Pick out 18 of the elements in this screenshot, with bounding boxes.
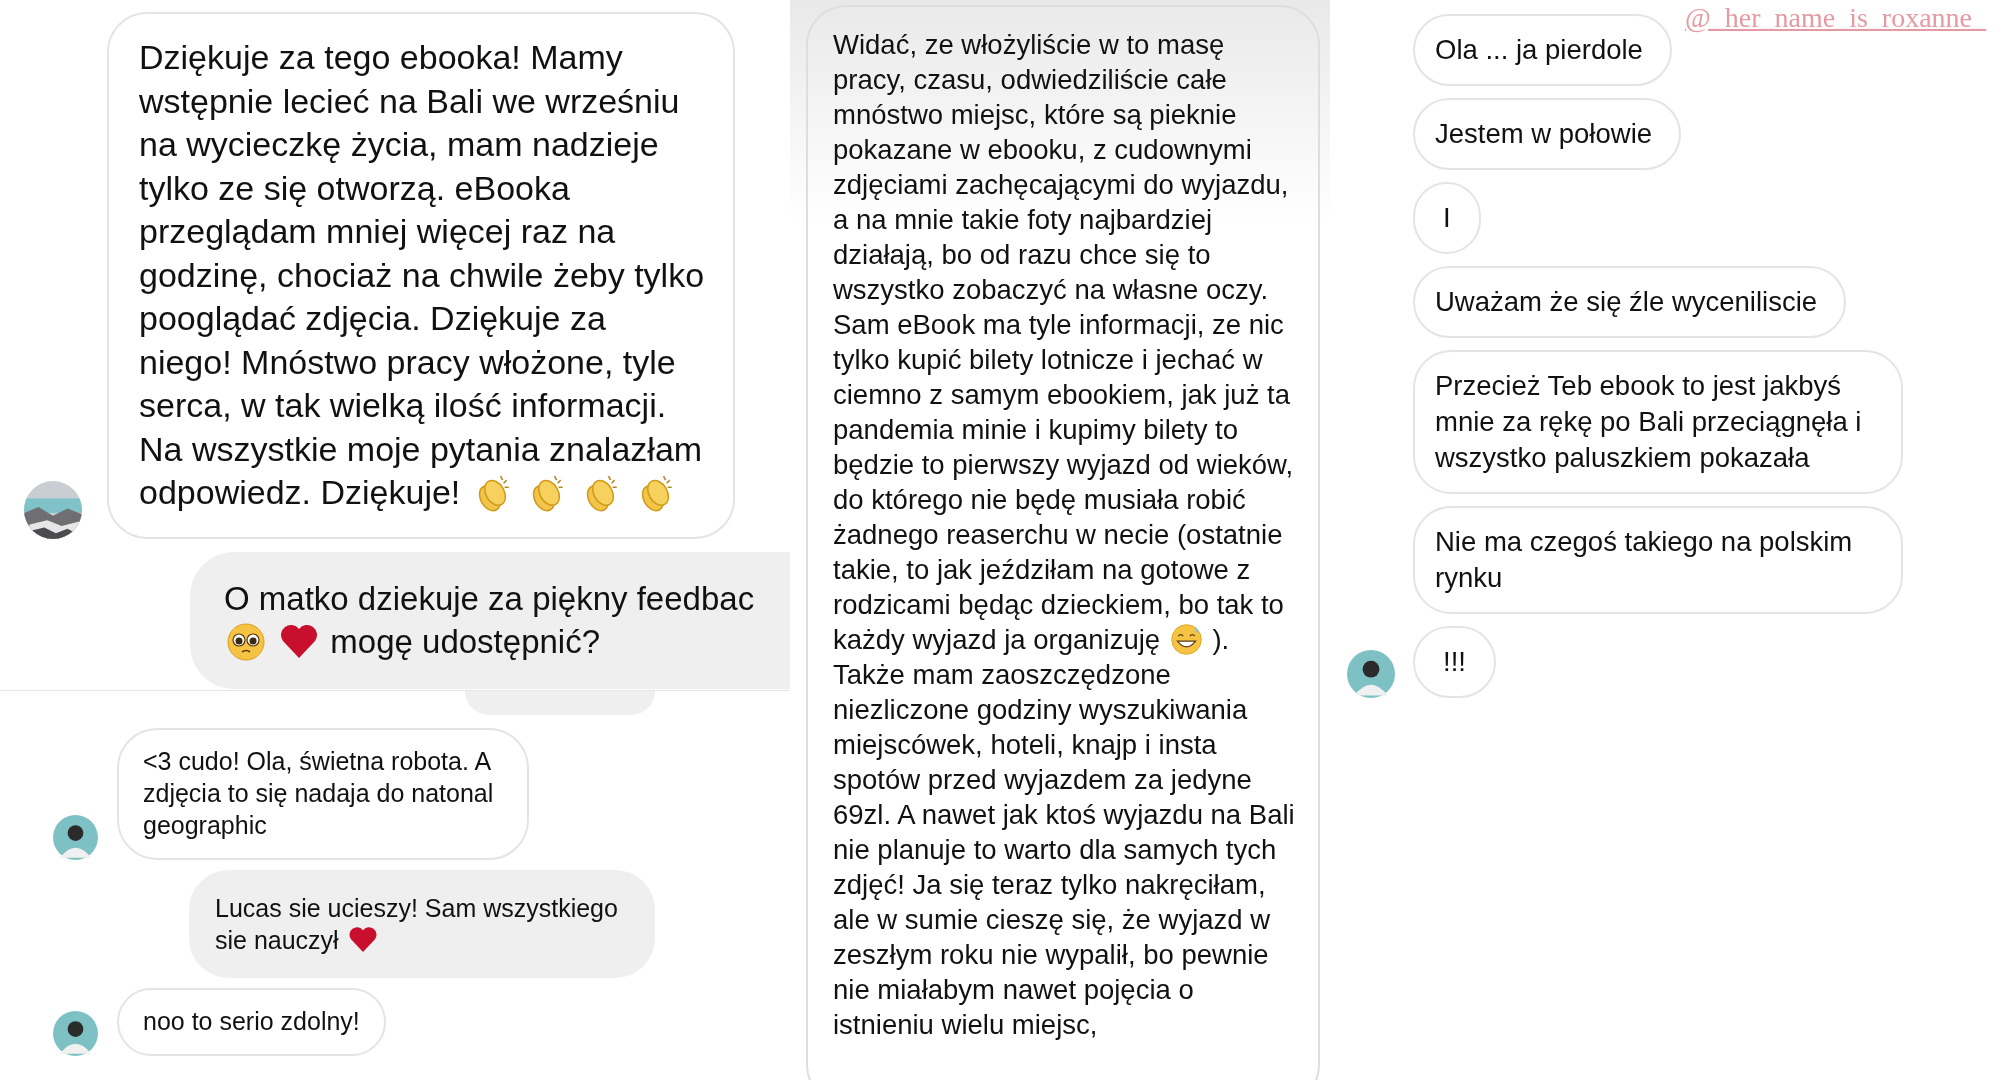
username-tag: @_her_name_is_roxanne_ — [1684, 2, 1986, 34]
message-text: <3 cudo! Ola, świetna robota. A zdjęcia to się nadaja do natonal geographic — [143, 747, 494, 839]
message-text: Uważam że się źle wyceniliscie — [1435, 286, 1818, 317]
grin-sweat-face-icon — [1169, 622, 1203, 656]
message-text: Lucas sie ucieszy! Sam wszystkiego sie nauczył — [215, 894, 618, 954]
message-text: Nie ma czegoś takiego na polskim rynku — [1435, 526, 1853, 593]
pleading-face-icon — [226, 622, 266, 662]
message-text: Jestem w połowie — [1435, 118, 1653, 149]
message-text: Ola ... ja pierdole — [1435, 34, 1643, 65]
message-text: noo to serio zdolny! — [143, 1007, 360, 1035]
avatar-icon — [1347, 650, 1395, 698]
message-text: !!! — [1443, 646, 1466, 677]
avatar-icon — [53, 815, 98, 860]
message-text: I — [1443, 202, 1451, 233]
message-text: Przecież Teb ebook to jest jakbyś mnie za rękę po Bali przeciągnęła i wszystko paluszkiem pokazała — [1435, 370, 1862, 473]
avatar-icon — [53, 1011, 98, 1056]
message-text: Dziękuje za tego ebooka! Mamy wstępnie lecieć na Bali we wrześniu na wycieczkę życia, mam nadzieje tylko ze się otworzą. eBooka przeglądam mniej więcej raz na godzinę, chociaż na chwile żeby tylko pooglądać zdjęcia. Dziękuje za niego! Mnóstwo pracy włożone, tyle serca, w tak wielką ilość informacji. Na wszystkie moje pytania znalazłam odpowiedz. Dziękuje! — [139, 38, 705, 511]
message-text: Widać, ze włożyliście w to masę pracy, czasu, odwiedziliście całe mnóstwo miejsc, które są pieknie pokazane w ebooku, z cudownymi zdjęciami zachęcającymi do wyjazdu, a na mnie takie foty najbardziej działają, bo od razu chce się to wszystko zobaczyć na własne oczy. Sam eBook ma tyle informacji, ze nic tylko kupić bilety lotnicze i jechać w ciemno z samym ebookiem, jak już ta pandemia minie i kupimy bilety to będzie to pierwszy wyjazd od wieków, do którego nie będę musiała robić żadnego reaserchu w necie (ostatnie takie, to jak jeździłam na gotowe z rodzicami będąc dzieckiem, bo tak to każdy wyjazd ja organizuję ). Także mam zaoszczędzone niezliczone godziny wyszukiwania miejscówek, hoteli, knajp i insta spotów przed wyjazdem za jedyne 69zl. A nawet jak ktoś wyjazdu na Bali nie planuje to warto dla samych tych zdjęć! Ja się teraz tylko nakręciłam, ale w sumie cieszę się, że wyjazd w zeszłym roku nie wypalił, bo pewnie nie miałabym nawet pojęcia o istnieniu wielu miejsc, — [833, 29, 1295, 1040]
